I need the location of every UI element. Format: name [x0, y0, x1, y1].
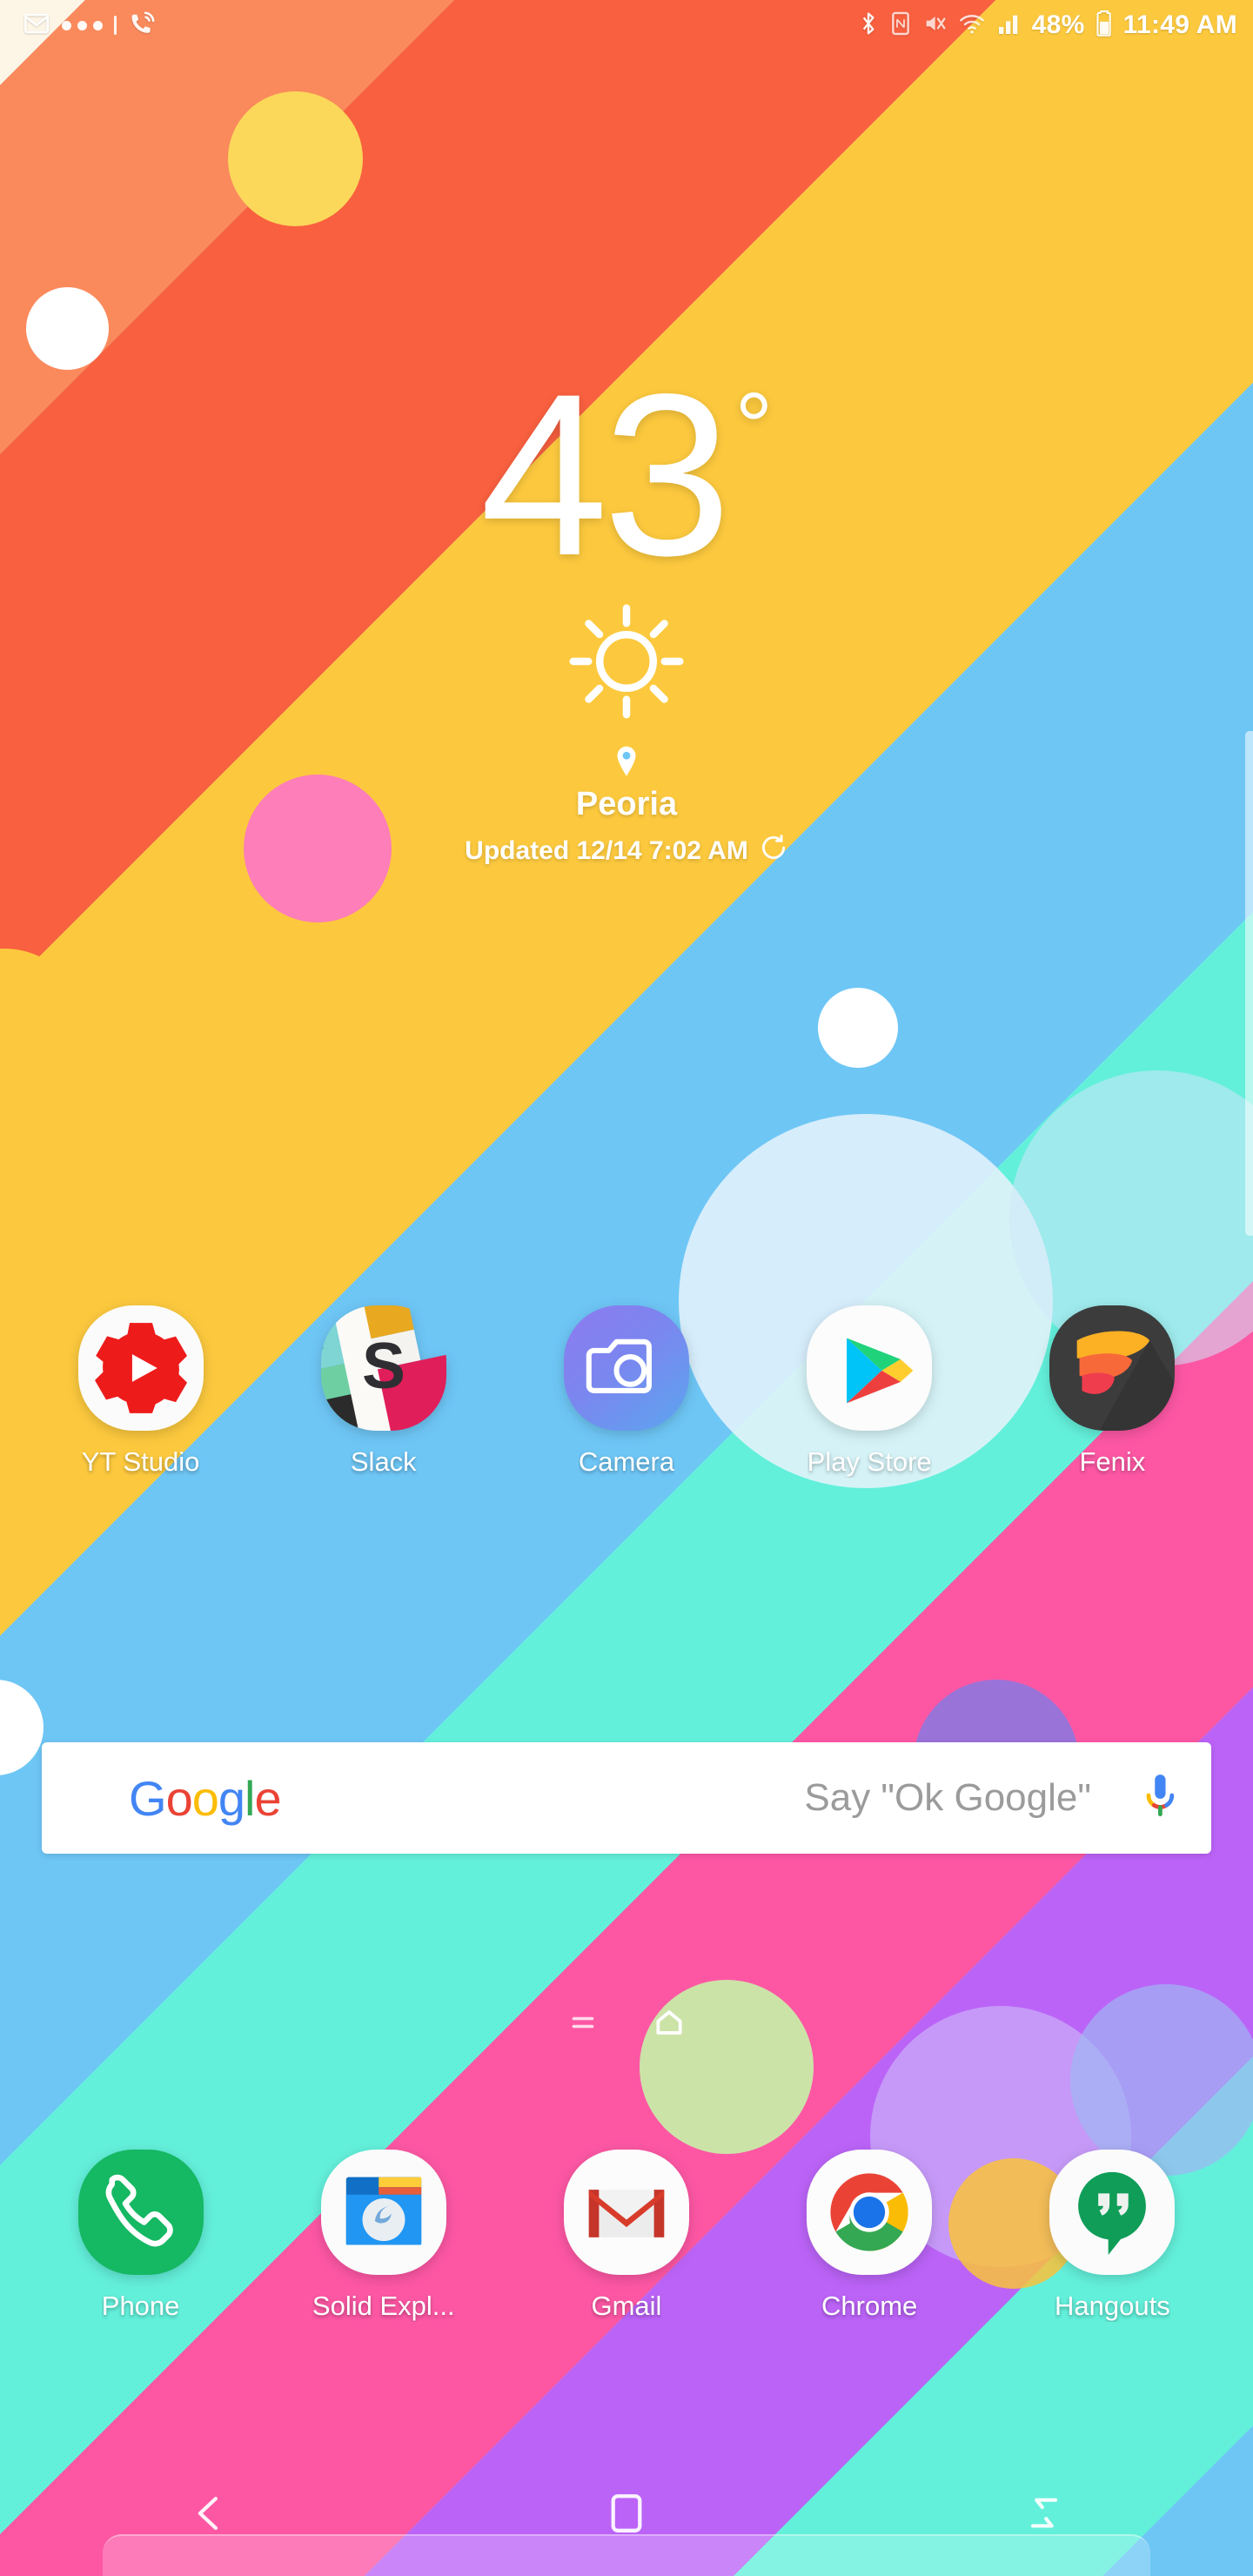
wifi-calling-icon: [128, 9, 157, 43]
clock-label: 11:49 AM: [1122, 10, 1237, 39]
app-grid-row-1: YT Studio S Slack Camera Play Store Feni…: [0, 1305, 1253, 1478]
nfc-icon: [889, 10, 912, 42]
google-logo-letter: o: [165, 1770, 193, 1826]
fenix-icon[interactable]: [1049, 1305, 1176, 1431]
back-arrow-icon: [185, 2490, 232, 2541]
battery-icon: [1095, 9, 1114, 43]
app-play-store[interactable]: Play Store: [761, 1305, 978, 1478]
gmail-notification-icon: [23, 10, 50, 42]
recents-button[interactable]: [957, 2467, 1131, 2563]
app-phone[interactable]: Phone: [32, 2150, 250, 2322]
hangouts-icon[interactable]: [1049, 2150, 1176, 2275]
app-label: Chrome: [821, 2291, 918, 2321]
app-yt-studio[interactable]: YT Studio: [32, 1305, 250, 1478]
solid-explorer-icon[interactable]: [320, 2150, 446, 2275]
refresh-icon[interactable]: [759, 833, 788, 869]
microphone-icon[interactable]: [1140, 1769, 1180, 1828]
camera-icon[interactable]: [563, 1305, 689, 1431]
app-camera[interactable]: Camera: [518, 1305, 735, 1478]
status-bar[interactable]: 48% 11:49 AM: [0, 0, 1253, 50]
degree-symbol: °: [734, 373, 774, 480]
app-label: Camera: [578, 1446, 675, 1477]
temperature-row: 43 °: [479, 346, 774, 604]
app-chrome[interactable]: Chrome: [761, 2150, 978, 2322]
edge-panel-handle[interactable]: [1245, 731, 1253, 1236]
google-logo: Google: [129, 1770, 282, 1827]
home-page-icon[interactable]: [653, 2006, 686, 2043]
wallpaper-circle: [228, 91, 363, 226]
app-label: YT Studio: [81, 1446, 200, 1477]
app-label: Phone: [101, 2291, 180, 2321]
app-solid-explorer[interactable]: Solid Expl...: [275, 2150, 492, 2322]
wallpaper-circle: [818, 988, 898, 1068]
more-notifications-dots: [62, 20, 103, 30]
app-gmail[interactable]: Gmail: [518, 2150, 735, 2322]
google-logo-letter: g: [218, 1770, 245, 1826]
location-pin-icon: [613, 745, 640, 782]
home-square-icon: [606, 2490, 647, 2541]
mute-icon: [921, 10, 948, 42]
app-fenix[interactable]: Fenix: [1003, 1305, 1221, 1478]
google-logo-letter: e: [254, 1770, 281, 1826]
google-logo-letter: o: [191, 1770, 219, 1826]
android-home-screen: 48% 11:49 AM 43 ° Peoria Updated 12/14 7…: [0, 0, 1253, 2576]
navigation-bar: [0, 2454, 1253, 2576]
yt-studio-icon[interactable]: [77, 1305, 204, 1431]
sun-icon: [561, 596, 692, 731]
app-hangouts[interactable]: Hangouts: [1003, 2150, 1221, 2322]
google-logo-letter: G: [129, 1770, 167, 1826]
app-label: Play Store: [807, 1446, 932, 1477]
updated-label: Updated 12/14 7:02 AM: [465, 836, 748, 866]
bluetooth-icon: [857, 10, 880, 42]
page-indicators: [0, 2006, 1253, 2043]
feed-page-icon[interactable]: [567, 2007, 599, 2043]
wallpaper-circle: [26, 287, 109, 370]
gmail-app-icon[interactable]: [563, 2150, 689, 2275]
app-label: Solid Expl...: [312, 2291, 455, 2321]
location-name: Peoria: [575, 786, 678, 823]
app-label: Slack: [350, 1446, 417, 1477]
wifi-icon: [957, 10, 987, 42]
weather-updated-row[interactable]: Updated 12/14 7:02 AM: [465, 833, 788, 869]
weather-widget[interactable]: 43 ° Peoria Updated 12/14 7:02 AM: [0, 346, 1253, 869]
app-label: Fenix: [1079, 1446, 1146, 1477]
phone-icon[interactable]: [77, 2150, 204, 2275]
home-button[interactable]: [539, 2467, 714, 2563]
google-search-bar[interactable]: Google Say "Ok Google": [42, 1742, 1211, 1854]
battery-percent-label: 48%: [1031, 10, 1085, 39]
app-label: Gmail: [591, 2291, 662, 2321]
chrome-icon[interactable]: [807, 2150, 933, 2275]
app-slack[interactable]: S Slack: [275, 1305, 492, 1478]
search-hint[interactable]: Say "Ok Google": [804, 1776, 1091, 1820]
svg-text:S: S: [362, 1329, 405, 1402]
dock-row: Phone Solid Expl... Gmail Chrome Hangout…: [0, 2150, 1253, 2322]
signal-icon: [996, 10, 1022, 42]
app-label: Hangouts: [1054, 2291, 1170, 2321]
temperature-value: 43: [479, 346, 732, 604]
slack-icon[interactable]: S: [320, 1305, 446, 1431]
google-logo-letter: l: [245, 1770, 255, 1826]
play-store-icon[interactable]: [807, 1305, 933, 1431]
back-button[interactable]: [122, 2467, 296, 2563]
recents-icon: [1023, 2490, 1065, 2541]
status-divider: [114, 16, 117, 35]
